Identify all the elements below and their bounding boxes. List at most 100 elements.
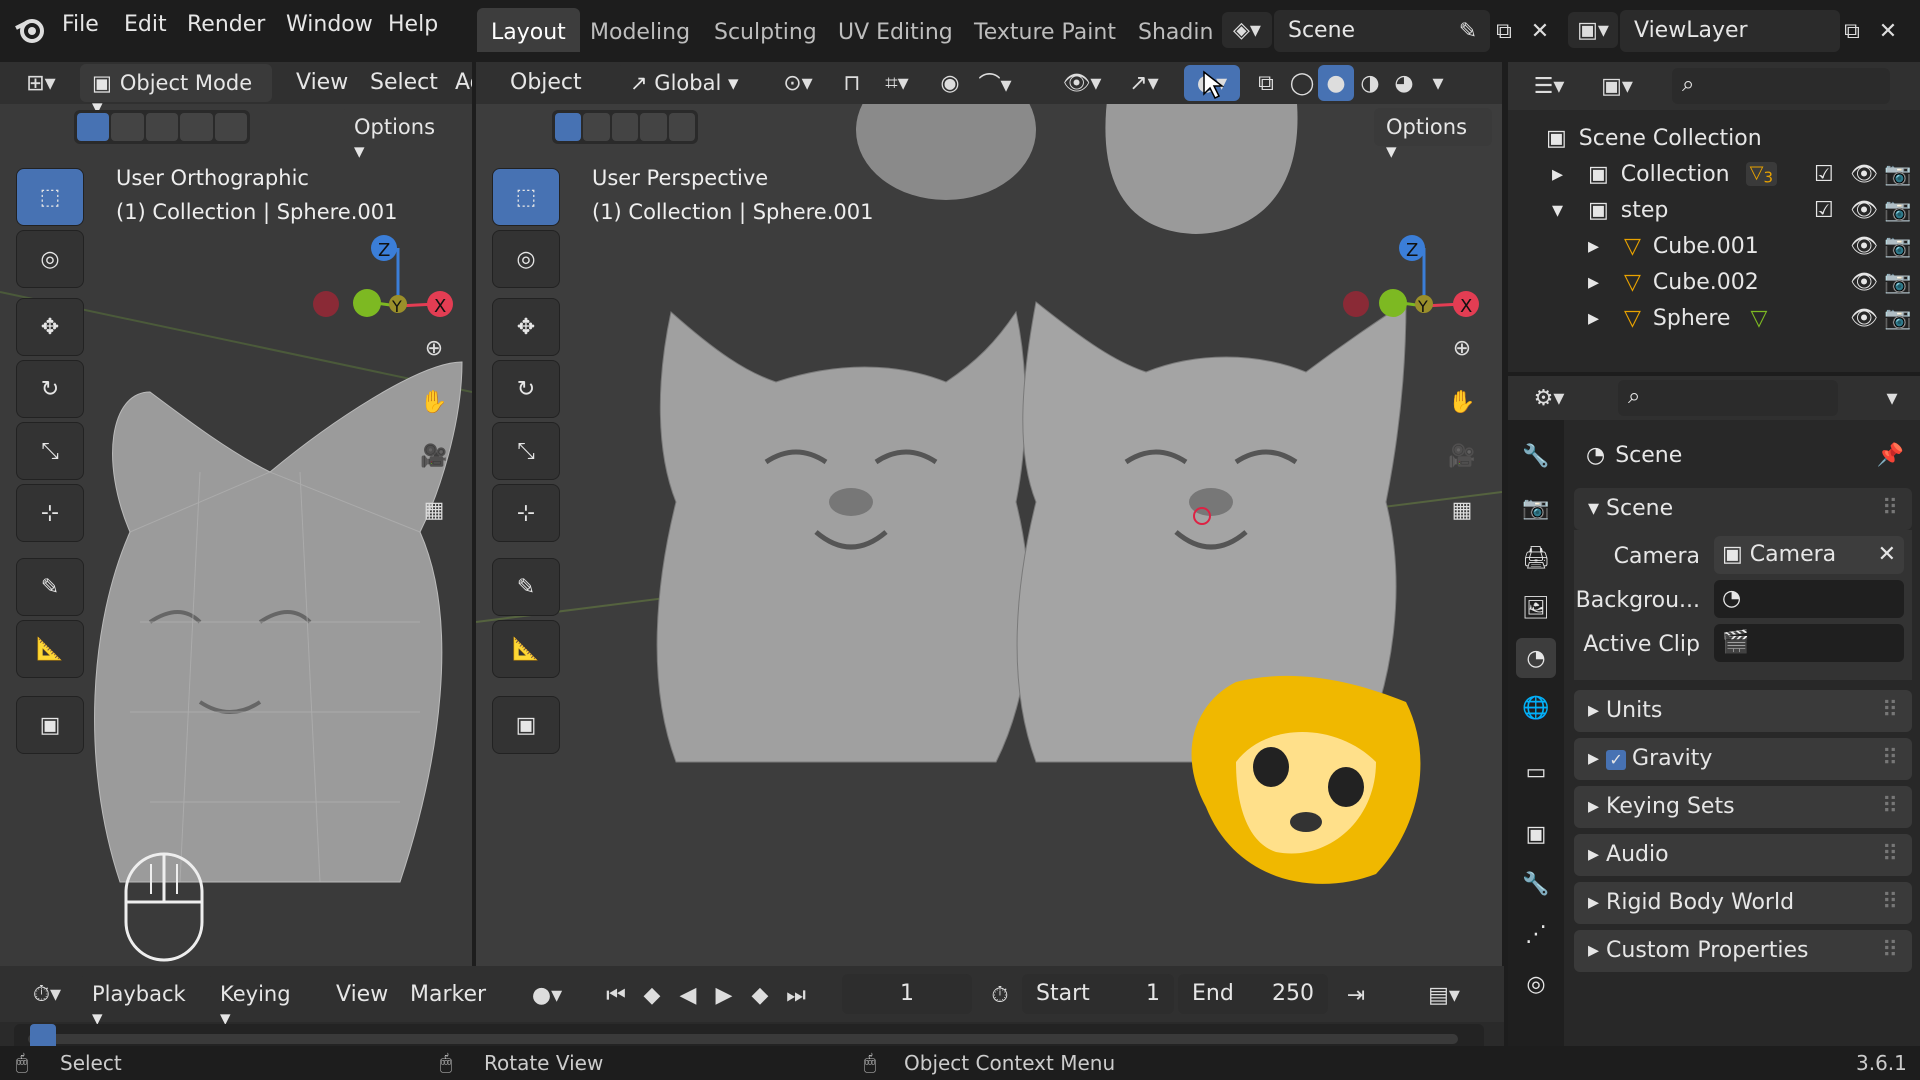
eye-icon[interactable]: 👁 xyxy=(1850,162,1878,187)
current-frame-field[interactable]: 1 xyxy=(842,974,972,1014)
drag-handle-icon[interactable]: ⠿ xyxy=(1882,938,1898,963)
properties-search-input[interactable]: ⌕ xyxy=(1618,380,1838,416)
expand-arrow-icon[interactable]: ▸ xyxy=(1588,234,1612,259)
render-camera-icon[interactable]: 📷 xyxy=(1884,198,1911,223)
zoom-icon[interactable]: ⊕ xyxy=(408,322,460,374)
select-extend-icon[interactable] xyxy=(583,113,610,141)
scene-tab-icon[interactable]: ◔ xyxy=(1516,638,1556,678)
drag-handle-icon[interactable]: ⠿ xyxy=(1882,842,1898,867)
navigation-gizmo-left[interactable]: Z X Y xyxy=(300,162,460,322)
object-tab-icon[interactable]: ▣ xyxy=(1516,814,1556,854)
pin-icon[interactable]: ✎ xyxy=(1450,13,1486,49)
eye-icon[interactable]: 👁 xyxy=(1850,306,1878,331)
ortho-grid-icon[interactable]: ▦ xyxy=(408,484,460,536)
outliner-item-cube001[interactable]: ▸ ▽ Cube.001 👁 📷 xyxy=(1588,228,1912,264)
timeline-editor-type-icon[interactable]: ⏱▾ xyxy=(20,976,74,1012)
clear-camera-icon[interactable]: ✕ xyxy=(1878,542,1896,567)
cursor-tool[interactable]: ◎ xyxy=(16,230,84,288)
select-invert-icon[interactable] xyxy=(180,113,213,141)
keying-sets-panel-header[interactable]: ▸ Keying Sets ⠿ xyxy=(1574,786,1912,828)
view-layer-tab-icon[interactable]: 🖼 xyxy=(1516,588,1556,628)
display-mode-icon[interactable]: ▣▾ xyxy=(1590,68,1644,104)
particles-tab-icon[interactable]: ⋰ xyxy=(1516,914,1556,954)
camera-view-icon[interactable]: 🎥 xyxy=(1436,430,1488,482)
select-new-icon[interactable] xyxy=(555,113,582,141)
menu-edit[interactable]: Edit xyxy=(124,12,167,37)
timeline-menu-marker[interactable]: Marker xyxy=(410,982,486,1007)
add-cube-tool[interactable]: ▣ xyxy=(16,696,84,754)
zoom-icon[interactable]: ⊕ xyxy=(1436,322,1488,374)
select-box-tool[interactable]: ⬚ xyxy=(492,168,560,226)
menu-view-left[interactable]: View xyxy=(296,70,348,95)
gravity-checkbox[interactable]: ✓ xyxy=(1606,750,1627,770)
clip-field[interactable]: 🎬 xyxy=(1714,624,1904,662)
outliner-item-collection[interactable]: ▸ ▣ Collection ▽3 ☑ 👁 📷 xyxy=(1552,156,1912,192)
outliner-scene-collection[interactable]: ▣ Scene Collection xyxy=(1546,120,1762,156)
world-tab-icon[interactable]: 🌐 xyxy=(1516,688,1556,728)
rotate-tool[interactable]: ↻ xyxy=(492,360,560,418)
render-camera-icon[interactable]: 📷 xyxy=(1884,270,1911,295)
workspace-tab-uv-editing[interactable]: UV Editing xyxy=(824,8,967,52)
pin-icon[interactable]: 📌 xyxy=(1877,443,1904,468)
drag-handle-icon[interactable]: ⠿ xyxy=(1882,794,1898,819)
select-new-icon[interactable] xyxy=(77,113,110,141)
outliner-editor-type-icon[interactable]: ☰▾ xyxy=(1522,68,1576,104)
end-frame-field[interactable]: End 250 xyxy=(1178,974,1328,1014)
select-intersect-icon[interactable] xyxy=(668,113,696,141)
timeline-menu-view[interactable]: View xyxy=(336,982,388,1007)
outliner-item-cube002[interactable]: ▸ ▽ Cube.002 👁 📷 xyxy=(1588,264,1912,300)
camera-view-icon[interactable]: 🎥 xyxy=(408,430,460,482)
visibility-eye-icon[interactable]: 👁▾ xyxy=(1054,65,1110,101)
drag-handle-icon[interactable]: ⠿ xyxy=(1882,890,1898,915)
workspace-tab-layout[interactable]: Layout xyxy=(477,8,580,52)
start-frame-field[interactable]: Start 1 xyxy=(1022,974,1174,1014)
select-box-tool[interactable]: ⬚ xyxy=(16,168,84,226)
options-dropdown-main[interactable]: Options ▾ xyxy=(1374,108,1492,163)
physics-tab-icon[interactable]: ◎ xyxy=(1516,964,1556,1004)
shading-material-icon[interactable]: ◑ xyxy=(1352,65,1388,101)
rotate-tool[interactable]: ↻ xyxy=(16,360,84,418)
modifier-tab-icon[interactable]: 🔧 xyxy=(1516,864,1556,904)
units-panel-header[interactable]: ▸ Units ⠿ xyxy=(1574,690,1912,732)
scene-panel-header[interactable]: ▾ Scene ⠿ xyxy=(1574,488,1912,530)
properties-editor-type-icon[interactable]: ⚙▾ xyxy=(1522,380,1576,416)
move-tool[interactable]: ✥ xyxy=(16,298,84,356)
drag-handle-icon[interactable]: ⠿ xyxy=(1882,698,1898,723)
output-tab-icon[interactable]: 🖨 xyxy=(1516,538,1556,578)
move-tool[interactable]: ✥ xyxy=(492,298,560,356)
audio-panel-header[interactable]: ▸ Audio ⠿ xyxy=(1574,834,1912,876)
render-camera-icon[interactable]: 📷 xyxy=(1884,234,1911,259)
menu-render[interactable]: Render xyxy=(187,12,265,37)
expand-arrow-icon[interactable]: ▸ xyxy=(1552,162,1576,187)
jump-start-icon[interactable]: ⏮ xyxy=(598,977,634,1013)
menu-add-left[interactable]: Ad xyxy=(455,70,472,95)
scale-tool[interactable]: ⤡ xyxy=(492,422,560,480)
proportional-edit-icon[interactable]: ◉ xyxy=(932,65,968,101)
render-tab-icon[interactable]: 📷 xyxy=(1516,488,1556,528)
timeline-options-icon[interactable]: ▤▾ xyxy=(1416,977,1472,1013)
next-keyframe-icon[interactable]: ◆ xyxy=(742,977,778,1013)
gizmo-toggle-icon[interactable]: ↗▾ xyxy=(1116,65,1172,101)
select-intersect-icon[interactable] xyxy=(214,113,248,141)
shading-rendered-icon[interactable]: ◕ xyxy=(1386,65,1422,101)
collection-tab-icon[interactable]: ▭ xyxy=(1516,752,1556,792)
select-extend-icon[interactable] xyxy=(111,113,144,141)
expand-arrow-icon[interactable]: ▸ xyxy=(1588,270,1612,295)
pivot-point-icon[interactable]: ⊙▾ xyxy=(770,65,826,101)
background-field[interactable]: ◔ xyxy=(1714,580,1904,618)
shading-options-icon[interactable]: ▾ xyxy=(1420,65,1456,101)
exclude-checkbox-icon[interactable]: ☑ xyxy=(1814,198,1834,223)
object-mode-dropdown[interactable]: ▣ Object Mode ▾ xyxy=(80,64,272,119)
viewlayer-name-field[interactable]: ViewLayer xyxy=(1620,10,1840,52)
snap-increment-icon[interactable]: ⌗▾ xyxy=(870,65,924,101)
shading-wireframe-icon[interactable]: ◯ xyxy=(1284,65,1320,101)
drag-handle-icon[interactable]: ⠿ xyxy=(1882,746,1898,771)
frame-range-icon[interactable]: ⇥ xyxy=(1338,977,1374,1013)
main-viewport[interactable]: Object ↗ Global ▾ ⊙▾ ⊓ ⌗▾ ◉ ⌒▾ 👁▾ ↗▾ ◐▾ … xyxy=(476,62,1502,966)
delete-scene-icon[interactable]: ✕ xyxy=(1522,13,1558,49)
annotate-tool[interactable]: ✎ xyxy=(492,558,560,616)
record-keyframe-icon[interactable]: ●▾ xyxy=(520,977,574,1013)
playback-dropdown[interactable]: Playback ▾ xyxy=(80,975,204,1030)
outliner-item-step[interactable]: ▾ ▣ step ☑ 👁 📷 xyxy=(1552,192,1912,228)
measure-tool[interactable]: 📐 xyxy=(16,620,84,678)
